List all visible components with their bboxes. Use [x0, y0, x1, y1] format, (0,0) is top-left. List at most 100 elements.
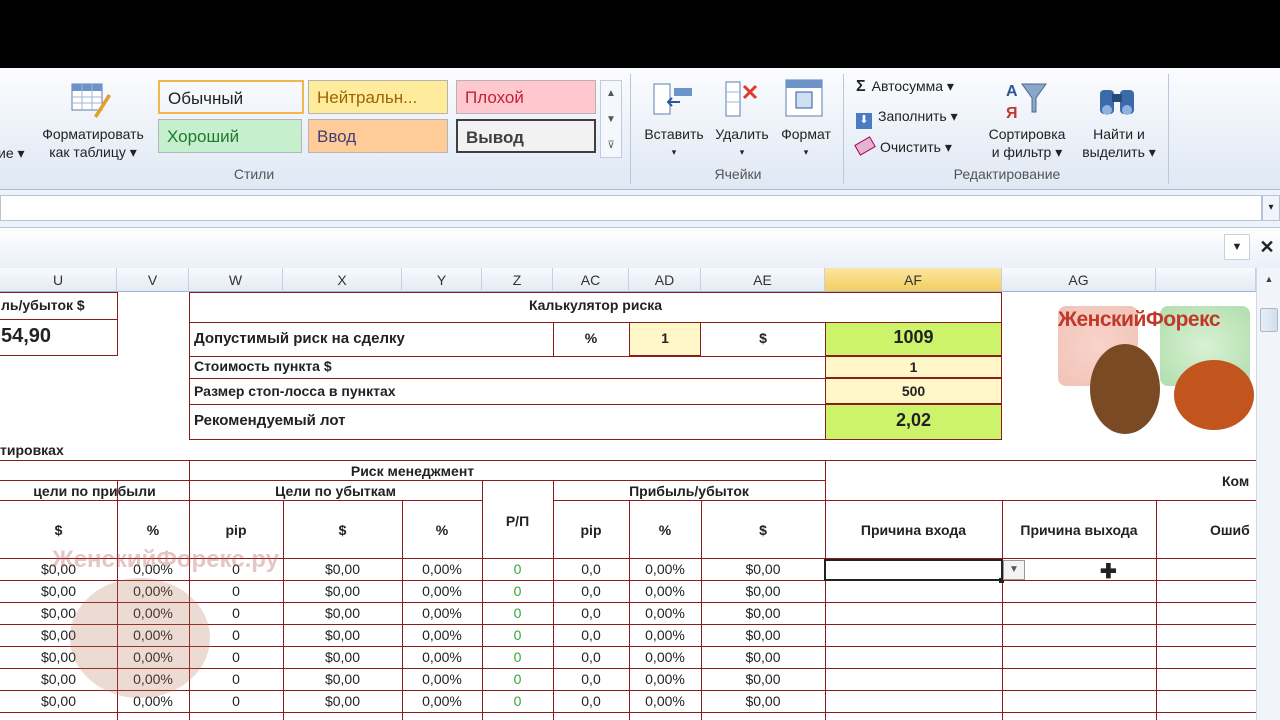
- column-header-ag[interactable]: AG: [1002, 268, 1156, 292]
- table-cell-z[interactable]: 0: [482, 649, 553, 665]
- table-cell-x[interactable]: $0,00: [283, 627, 402, 643]
- table-cell-ac[interactable]: 0,0: [553, 583, 629, 599]
- table-cell-z[interactable]: 0: [482, 605, 553, 621]
- table-cell-z[interactable]: 0: [482, 671, 553, 687]
- table-cell-ad[interactable]: 0,00%: [629, 693, 701, 709]
- table-cell-ae[interactable]: $0,00: [701, 671, 825, 687]
- table-cell-z[interactable]: 0: [482, 693, 553, 709]
- format-as-table-icon: [68, 80, 112, 120]
- chevron-down-icon: ▼: [1231, 241, 1243, 253]
- table-cell-y[interactable]: 0,00%: [402, 671, 482, 687]
- format-cells-icon: [784, 78, 826, 120]
- style-good[interactable]: Хороший: [158, 119, 302, 153]
- column-header-v[interactable]: V: [117, 268, 189, 292]
- table-cell-ac[interactable]: 0,0: [553, 627, 629, 643]
- delete-button[interactable]: Удалить ▾: [710, 125, 774, 161]
- table-cell-ae[interactable]: $0,00: [701, 649, 825, 665]
- column-header-af[interactable]: AF: [825, 268, 1002, 292]
- table-cell-ac[interactable]: 0,0: [553, 561, 629, 577]
- sigma-icon: Σ: [856, 78, 866, 95]
- scroll-thumb[interactable]: [1260, 308, 1278, 332]
- autosum-button[interactable]: Σ Автосумма ▾: [856, 78, 954, 96]
- column-header-y[interactable]: Y: [402, 268, 482, 292]
- table-cell-y[interactable]: 0,00%: [402, 583, 482, 599]
- table-cell-x[interactable]: $0,00: [283, 671, 402, 687]
- insert-button[interactable]: Вставить ▾: [640, 125, 708, 161]
- table-cell-ac[interactable]: 0,0: [553, 671, 629, 687]
- table-cell-x[interactable]: $0,00: [283, 583, 402, 599]
- close-window-button[interactable]: ✕: [1254, 234, 1280, 260]
- table-cell-ae[interactable]: $0,00: [701, 583, 825, 599]
- table-cell-u[interactable]: $0,00: [0, 693, 117, 709]
- table-cell-y[interactable]: 0,00%: [402, 605, 482, 621]
- table-cell-x[interactable]: $0,00: [283, 693, 402, 709]
- style-input[interactable]: Ввод: [308, 119, 448, 153]
- ribbon: ие ▾ Форматировать как таблицу ▾ Обычный…: [0, 68, 1280, 190]
- table-cell-ae[interactable]: $0,00: [701, 693, 825, 709]
- point-cost-label: Стоимость пункта $: [194, 358, 332, 374]
- column-header-next[interactable]: [1156, 268, 1256, 292]
- table-cell-ac[interactable]: 0,0: [553, 605, 629, 621]
- table-cell-ae[interactable]: $0,00: [701, 605, 825, 621]
- separator: [1168, 74, 1169, 184]
- table-cell-x[interactable]: $0,00: [283, 649, 402, 665]
- format-as-table-button[interactable]: Форматировать как таблицу ▾: [34, 125, 152, 161]
- table-cell-w[interactable]: 0: [189, 671, 283, 687]
- table-cell-ad[interactable]: 0,00%: [629, 561, 701, 577]
- profit-targets-header: цели по прибыли: [33, 483, 156, 499]
- subheader-pct: %: [435, 522, 449, 538]
- ribbon-minimize-button[interactable]: ▼: [1224, 234, 1250, 260]
- active-cell[interactable]: [824, 559, 1003, 581]
- clear-button[interactable]: Очистить ▾: [854, 136, 952, 156]
- table-cell-ad[interactable]: 0,00%: [629, 605, 701, 621]
- dropdown-arrow-button[interactable]: ▼: [1003, 560, 1025, 580]
- table-cell-z[interactable]: 0: [482, 627, 553, 643]
- style-bad[interactable]: Плохой: [456, 80, 596, 114]
- table-cell-ac[interactable]: 0,0: [553, 693, 629, 709]
- risk-label: Допустимый риск на сделку: [194, 330, 405, 347]
- sort-filter-icon: АЯ: [1004, 76, 1048, 122]
- conditional-format-button-partial[interactable]: ие ▾: [0, 144, 25, 162]
- table-cell-y[interactable]: 0,00%: [402, 561, 482, 577]
- chevron-down-icon: ▼: [1009, 564, 1019, 575]
- column-header-w[interactable]: W: [189, 268, 283, 292]
- formula-input[interactable]: [0, 195, 1262, 221]
- table-cell-w[interactable]: 0: [189, 693, 283, 709]
- column-header-x[interactable]: X: [283, 268, 402, 292]
- table-cell-ac[interactable]: 0,0: [553, 649, 629, 665]
- table-cell-ad[interactable]: 0,00%: [629, 583, 701, 599]
- table-cell-y[interactable]: 0,00%: [402, 627, 482, 643]
- table-cell-x[interactable]: $0,00: [283, 605, 402, 621]
- table-cell-ae[interactable]: $0,00: [701, 561, 825, 577]
- column-header-ac[interactable]: AC: [553, 268, 629, 292]
- formula-expand-button[interactable]: ▾: [1262, 195, 1280, 221]
- column-header-ad[interactable]: AD: [629, 268, 701, 292]
- format-button[interactable]: Формат ▾: [774, 125, 838, 161]
- cells-group-label: Ячейки: [714, 166, 762, 182]
- style-neutral[interactable]: Нейтральн...: [308, 80, 448, 114]
- table-cell-ad[interactable]: 0,00%: [629, 649, 701, 665]
- table-cell-w[interactable]: 0: [189, 583, 283, 599]
- table-cell-ae[interactable]: $0,00: [701, 627, 825, 643]
- table-cell-z[interactable]: 0: [482, 583, 553, 599]
- table-cell-ad[interactable]: 0,00%: [629, 627, 701, 643]
- column-header-ae[interactable]: AE: [701, 268, 825, 292]
- sort-filter-button[interactable]: Сортировка и фильтр ▾: [976, 125, 1078, 161]
- fill-button[interactable]: ⬇ Заполнить ▾: [856, 108, 958, 129]
- style-output[interactable]: Вывод: [456, 119, 596, 153]
- column-header-u[interactable]: U: [0, 268, 117, 292]
- find-select-button[interactable]: Найти и выделить ▾: [1076, 125, 1162, 161]
- table-cell-y[interactable]: 0,00%: [402, 649, 482, 665]
- scroll-up-icon[interactable]: ▲: [1260, 274, 1278, 288]
- table-cell-ad[interactable]: 0,00%: [629, 671, 701, 687]
- table-cell-z[interactable]: 0: [482, 561, 553, 577]
- rp-header: Р/П: [505, 513, 530, 529]
- style-normal[interactable]: Обычный: [158, 80, 304, 114]
- bear-illustration: [1090, 344, 1160, 434]
- vertical-scrollbar[interactable]: ▲: [1256, 268, 1280, 720]
- styles-gallery-scroll[interactable]: ▲ ▼ ⊽: [600, 80, 622, 158]
- column-header-z[interactable]: Z: [482, 268, 553, 292]
- table-cell-y[interactable]: 0,00%: [402, 693, 482, 709]
- title-bar: [0, 0, 1280, 68]
- table-cell-x[interactable]: $0,00: [283, 561, 402, 577]
